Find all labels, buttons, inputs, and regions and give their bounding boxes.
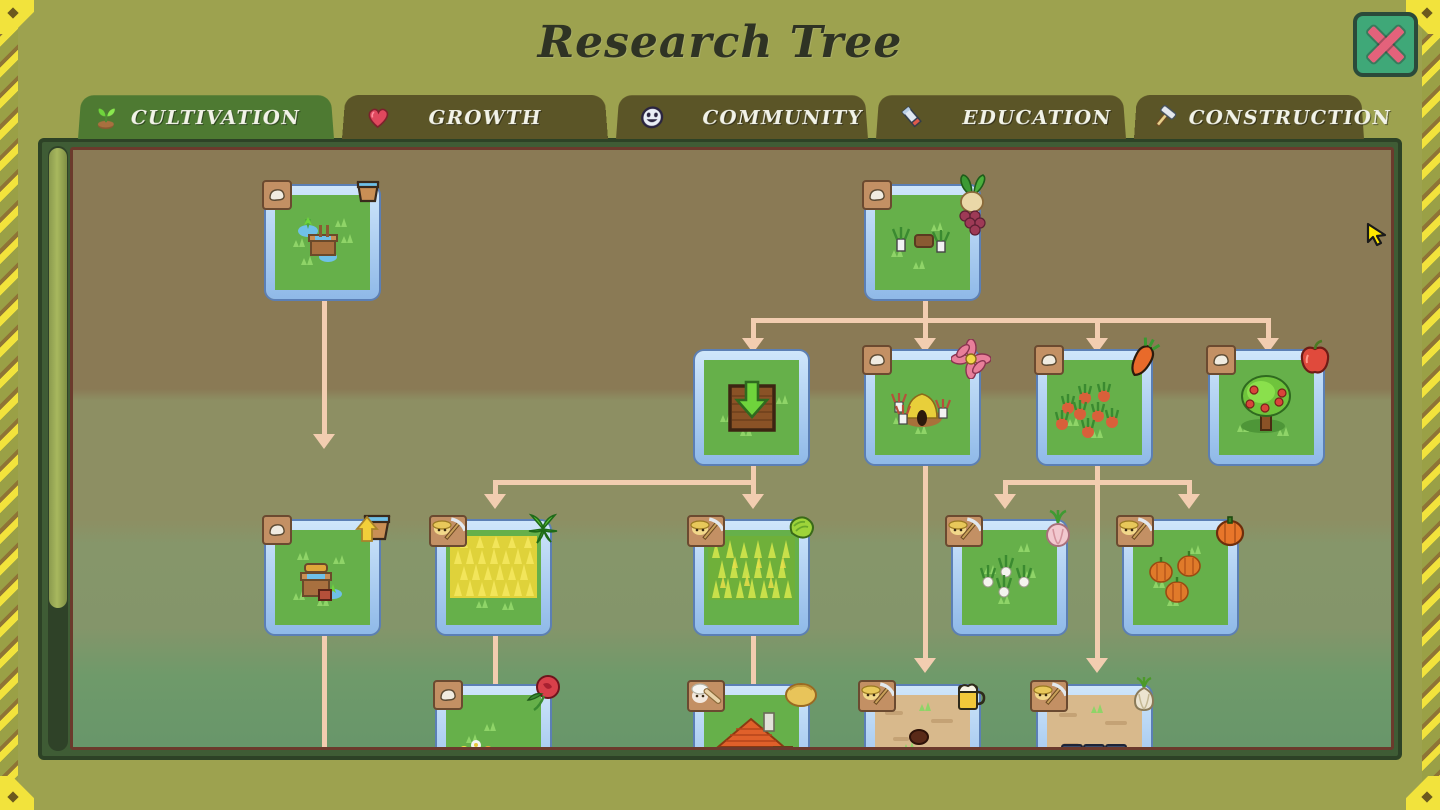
tree-canvas bbox=[73, 150, 1391, 747]
stone-badge-icon bbox=[1206, 345, 1236, 375]
connector-line bbox=[1095, 466, 1100, 664]
baker-icon bbox=[687, 680, 725, 712]
carrot-patch-node[interactable] bbox=[1034, 337, 1161, 464]
tab-education[interactable]: EDUCATION bbox=[876, 95, 1126, 139]
farmer-with-pickaxe-icon bbox=[1119, 517, 1152, 541]
bakery-node[interactable] bbox=[687, 680, 817, 747]
wheat-field-node[interactable] bbox=[429, 513, 558, 634]
lettuce-icon bbox=[784, 511, 818, 545]
stone-badge-icon bbox=[262, 515, 292, 545]
tab-label: COMMUNITY bbox=[702, 105, 864, 129]
research-tree-panel bbox=[38, 138, 1402, 760]
foraging-node[interactable] bbox=[862, 174, 986, 299]
stone-badge-icon bbox=[262, 180, 292, 210]
tab-cultivation[interactable]: CULTIVATION bbox=[78, 95, 334, 139]
rose-icon bbox=[524, 674, 562, 714]
bucket-upgrade-icon bbox=[347, 509, 395, 557]
scrollbar-thumb[interactable] bbox=[49, 148, 67, 608]
stone-icon bbox=[869, 189, 885, 201]
close-button[interactable] bbox=[1353, 12, 1418, 77]
farmer-with-pickaxe-icon bbox=[948, 517, 981, 541]
connector-arrow bbox=[313, 434, 335, 449]
well-upgrade-node[interactable] bbox=[262, 514, 391, 634]
connector-line bbox=[322, 298, 327, 438]
garlic-icon bbox=[1127, 676, 1161, 712]
corn-field-node[interactable] bbox=[687, 515, 814, 634]
vertical-scrollbar[interactable] bbox=[48, 146, 68, 751]
tab-label: GROWTH bbox=[428, 105, 543, 129]
tab-growth[interactable]: GROWTH bbox=[342, 95, 608, 139]
onion-field-node[interactable] bbox=[945, 509, 1070, 634]
connector-arrow bbox=[994, 494, 1016, 509]
planting-box-node[interactable] bbox=[695, 351, 808, 464]
tab-label: CONSTRUCTION bbox=[1188, 105, 1393, 129]
stone-icon bbox=[269, 189, 285, 201]
farmer-pickaxe-icon bbox=[1030, 680, 1068, 712]
connector-line bbox=[923, 298, 928, 320]
stone-badge-icon bbox=[862, 180, 892, 210]
tab-bar: CULTIVATION GROWTH COMMUNITY EDUCATION C… bbox=[78, 93, 1392, 139]
window-header: Research Tree bbox=[0, 0, 1440, 92]
farmer-pickaxe-icon bbox=[687, 515, 725, 547]
baker-with-rolling-pin-icon bbox=[691, 683, 722, 704]
flower-icon bbox=[950, 338, 992, 380]
turnip-grapes-icon bbox=[949, 172, 995, 238]
stone-icon bbox=[440, 689, 456, 701]
farmer-pickaxe-icon bbox=[945, 515, 983, 547]
stone-icon bbox=[869, 354, 885, 366]
sprout-icon bbox=[97, 108, 115, 129]
beer-mug-icon bbox=[953, 676, 989, 712]
connector-line bbox=[322, 628, 327, 747]
farmer-pickaxe-icon bbox=[429, 515, 467, 547]
farmer-pickaxe-icon bbox=[1116, 515, 1154, 547]
stone-badge-icon bbox=[862, 345, 892, 375]
smiley-icon bbox=[639, 104, 666, 129]
stone-icon bbox=[1213, 354, 1229, 366]
page-title: Research Tree bbox=[537, 17, 903, 68]
connector-line bbox=[923, 466, 928, 664]
tab-construction[interactable]: CONSTRUCTION bbox=[1134, 95, 1392, 139]
connector-bus bbox=[493, 480, 756, 485]
beehive-node[interactable] bbox=[862, 338, 992, 464]
stone-icon bbox=[1041, 354, 1057, 366]
pointer-arrow-cursor bbox=[1366, 222, 1387, 247]
farmer-pickaxe-icon bbox=[858, 680, 896, 712]
apple-tree-node[interactable] bbox=[1206, 339, 1330, 464]
pickling-node[interactable] bbox=[1030, 676, 1155, 747]
onion-icon bbox=[1040, 509, 1076, 549]
heart-icon bbox=[365, 104, 392, 129]
node-face bbox=[704, 360, 799, 455]
leaf-icon bbox=[526, 511, 560, 545]
connector-arrow bbox=[1086, 658, 1108, 673]
pumpkin-icon bbox=[1213, 511, 1247, 547]
farmer-with-pickaxe-icon bbox=[1033, 682, 1066, 706]
connector-arrow bbox=[484, 494, 506, 509]
stone-badge-icon bbox=[433, 680, 463, 710]
bread-icon bbox=[782, 676, 820, 710]
stone-icon bbox=[269, 524, 285, 536]
farmer-with-pickaxe-icon bbox=[690, 517, 723, 541]
tree-viewport[interactable] bbox=[70, 147, 1394, 750]
connector-bus bbox=[751, 318, 1270, 323]
apple-icon bbox=[1297, 339, 1333, 377]
pencil-icon bbox=[899, 104, 926, 129]
connector-arrow bbox=[742, 494, 764, 509]
tab-community[interactable]: COMMUNITY bbox=[616, 95, 868, 139]
stone-badge-icon bbox=[1034, 345, 1064, 375]
brewery-node[interactable] bbox=[858, 680, 986, 747]
connector-arrow bbox=[914, 658, 936, 673]
bucket-icon bbox=[353, 176, 387, 210]
flower-field-node[interactable] bbox=[433, 675, 560, 747]
connector-arrow bbox=[1178, 494, 1200, 509]
farmer-with-pickaxe-icon bbox=[432, 517, 465, 541]
farmer-with-pickaxe-icon bbox=[861, 682, 894, 706]
tab-label: CULTIVATION bbox=[130, 105, 301, 129]
hammer-icon bbox=[1151, 104, 1178, 129]
seedbox-art bbox=[720, 380, 788, 436]
pumpkin-field-node[interactable] bbox=[1116, 515, 1245, 634]
tab-label: EDUCATION bbox=[962, 105, 1113, 129]
water-well-node[interactable] bbox=[262, 180, 380, 299]
carrot-icon bbox=[1123, 337, 1163, 381]
